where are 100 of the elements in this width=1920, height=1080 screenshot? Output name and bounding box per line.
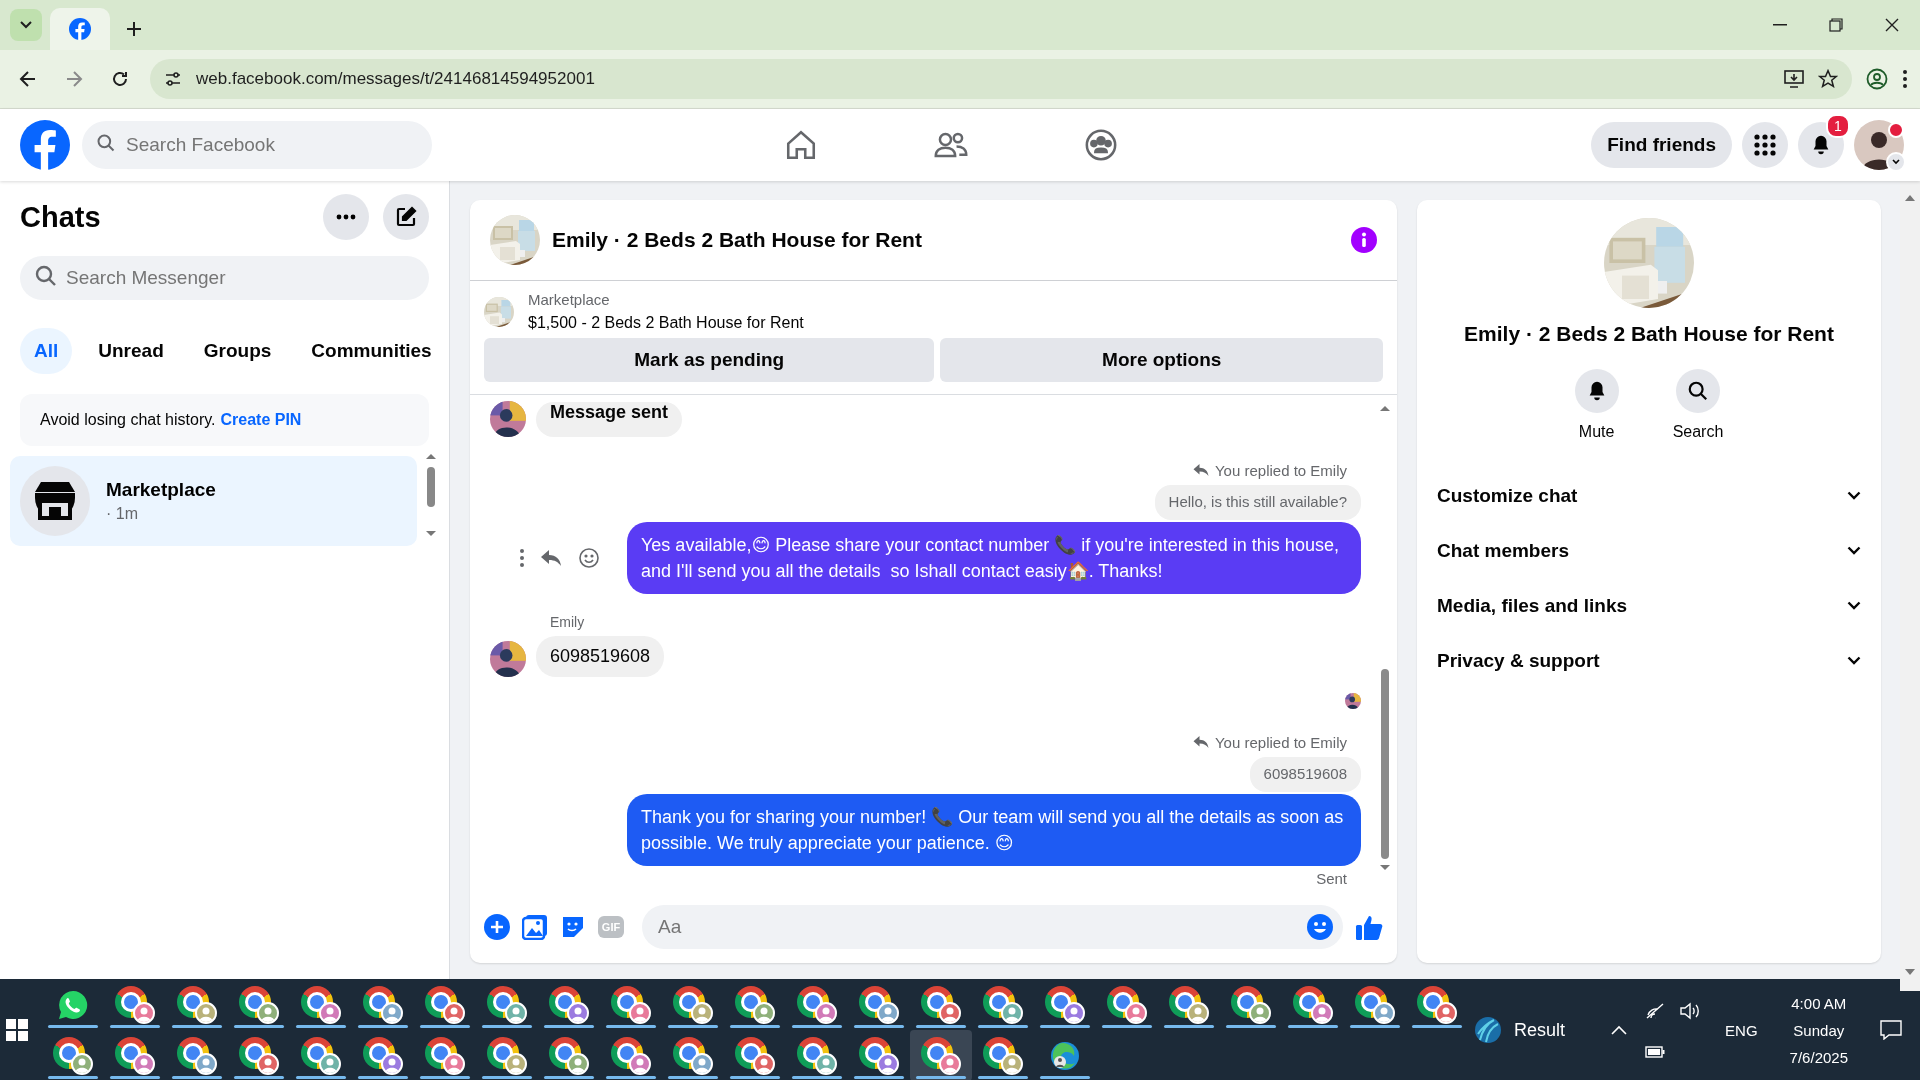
chrome-icon [425,1036,466,1075]
account-button[interactable] [1854,120,1904,170]
message-bubble: 6098519608 [536,636,665,678]
filter-tab[interactable]: Communities [297,328,446,374]
chrome-icon [735,985,776,1024]
info-icon[interactable] [1351,227,1377,253]
clock-date[interactable]: 7/6/2025 [1789,1048,1848,1066]
apps-button[interactable] [1742,122,1788,168]
forward-button[interactable] [65,70,83,88]
windows-icon[interactable] [6,1019,29,1041]
search-field[interactable]: Search Messenger [20,256,429,300]
message-bubble: Yes available,😊 Please share your contact number 📞 if you're interested in this house, and I'll send you all the details so Ishall contact easiy🏠. Thanks! [627,522,1361,595]
browser-tab[interactable] [50,8,110,50]
more-icon[interactable] [519,548,525,569]
install-icon[interactable] [1784,70,1804,88]
find-friends-button[interactable]: Find friends [1591,122,1732,168]
thumbs-up-icon[interactable] [1355,913,1383,941]
search-icon [34,264,58,288]
add-icon[interactable] [484,914,510,940]
chat-title: Emily · 2 Beds 2 Bath House for Rent [1463,322,1835,346]
chrome-icon [1045,985,1086,1024]
search-icon [96,133,116,153]
minimize-button[interactable] [1773,24,1787,26]
image-icon[interactable] [522,914,548,940]
reload-button[interactable] [111,70,129,88]
store-icon [35,482,75,520]
sender-name: Emily [550,614,586,631]
chrome-icon [115,1036,156,1075]
chrome-icon [301,985,342,1024]
grid-icon [1754,134,1776,156]
chrome-icon [921,1036,962,1075]
filter-tab[interactable]: Unread [84,328,178,374]
create-pin-link[interactable]: Create PIN [220,411,302,429]
chrome-icon [611,985,652,1024]
star-icon[interactable] [1818,69,1838,89]
site-info-icon[interactable] [164,70,182,88]
chrome-icon [921,985,962,1024]
taskbar-app[interactable] [910,1030,973,1080]
section-header[interactable]: Chat members [1437,523,1861,578]
listing-source: Marketplace [528,291,611,308]
chrome-icon [673,985,714,1024]
close-button[interactable] [1885,18,1899,32]
quoted-message: 6098519608 [1249,757,1361,793]
chrome-icon [735,1036,776,1075]
chrome-icon [301,1036,342,1075]
section-header[interactable]: Media, files and links [1437,578,1861,633]
new-message-button[interactable] [383,194,429,240]
filter-tab[interactable]: Groups [189,328,286,374]
section-header[interactable]: Privacy & support [1437,633,1861,688]
restore-button[interactable] [1829,18,1843,32]
notifications-button[interactable] [1798,122,1844,168]
chrome-icon [797,1036,838,1075]
facebook-logo[interactable] [20,120,70,170]
chrome-icon [239,1036,280,1075]
search-button[interactable]: Search [1666,368,1730,442]
chrome-icon [1169,985,1210,1024]
sticker-icon[interactable] [560,914,586,940]
volume-icon[interactable] [1679,1002,1702,1020]
section-header[interactable]: Customize chat [1437,468,1861,523]
listing-action-button[interactable]: More options [940,338,1383,382]
clock-day[interactable]: Sunday [1793,1021,1845,1039]
battery-icon[interactable] [1645,1046,1666,1058]
chrome-icon [1293,985,1334,1024]
chrome-icon [611,1036,652,1075]
chrome-icon [1355,985,1396,1024]
chrome-icon [1231,985,1272,1024]
mute-button[interactable]: Mute [1568,368,1625,442]
compose-icon [394,205,418,229]
chrome-icon [859,1036,900,1075]
address-bar[interactable]: web.facebook.com/messages/t/24146814594952001 [150,59,1852,99]
avatar [490,641,526,678]
notification-badge: 1 [1826,114,1850,138]
back-button[interactable] [19,70,37,88]
scrollbar[interactable] [1900,181,1920,991]
reply-label: You replied to Emily [1214,733,1347,751]
menu-icon[interactable] [1902,69,1908,89]
chrome-icon [1107,985,1148,1024]
groups-icon[interactable] [1083,128,1118,162]
notification-icon[interactable] [1880,1020,1902,1040]
new-tab-button[interactable] [126,21,142,37]
search-field[interactable]: Search Facebook [82,121,432,169]
chrome-icon [425,985,466,1024]
chevron-up-icon[interactable] [1611,1025,1628,1035]
message-field[interactable]: Aa [642,905,1343,949]
search-icon [1687,380,1709,402]
emoji-icon[interactable] [577,546,601,571]
filter-tab[interactable]: All [20,328,73,374]
chat-item[interactable]: Marketplace · 1m [10,456,417,546]
weather-widget[interactable]: Result [1468,1015,1572,1045]
tab-list-button[interactable] [10,9,42,41]
profile-icon[interactable] [1866,68,1888,90]
language-indicator[interactable]: ENG [1725,1021,1758,1039]
emoji-icon[interactable] [1307,914,1333,940]
more-icon [336,214,356,220]
wifi-icon[interactable] [1645,1002,1666,1020]
more-button[interactable] [323,194,369,240]
chrome-icon [53,1036,94,1075]
clock-time[interactable]: 4:00 AM [1791,994,1847,1012]
listing-action-button[interactable]: Mark as pending [484,338,935,382]
chrome-icon [363,1036,404,1075]
